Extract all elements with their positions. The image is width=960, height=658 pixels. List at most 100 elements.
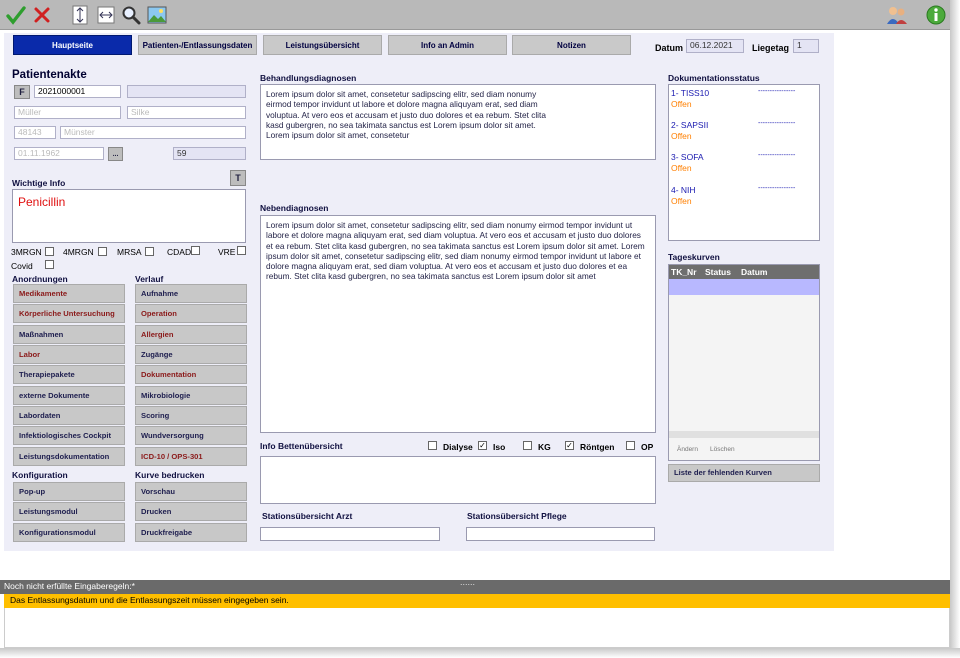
btn-medikamente[interactable]: Medikamente bbox=[13, 284, 125, 303]
tab-notizen[interactable]: Notizen bbox=[512, 35, 631, 55]
anordnungen-label: Anordnungen bbox=[12, 274, 68, 284]
col-status[interactable]: Status bbox=[705, 267, 731, 277]
roentgen-label: Röntgen bbox=[580, 442, 615, 452]
birthdate-field[interactable]: 01.11.1962 bbox=[14, 147, 104, 160]
users-icon[interactable] bbox=[886, 4, 908, 26]
expand-horizontal-icon[interactable] bbox=[95, 4, 117, 26]
btn-vorschau[interactable]: Vorschau bbox=[135, 482, 247, 501]
btn-icd10-ops301[interactable]: ICD-10 / OPS-301 bbox=[135, 447, 247, 466]
flag-mrsa-checkbox[interactable] bbox=[145, 247, 154, 256]
doku-item-nih[interactable]: 4- NIH bbox=[671, 185, 696, 195]
roentgen-checkbox[interactable]: ✓ bbox=[565, 441, 574, 450]
tageskurven-table: TK_Nr Status Datum Ändern Löschen bbox=[668, 264, 820, 461]
tab-info-an-admin[interactable]: Info an Admin bbox=[388, 35, 507, 55]
nebendiagnosen-textarea[interactable]: Lorem ipsum dolor sit amet, consetetur s… bbox=[260, 215, 656, 433]
btn-zugaenge[interactable]: Zugänge bbox=[135, 345, 247, 364]
datum-label: Datum bbox=[655, 43, 684, 53]
btn-koerperliche-untersuchung[interactable]: Körperliche Untersuchung bbox=[13, 304, 125, 323]
btn-drucken[interactable]: Drucken bbox=[135, 502, 247, 521]
datum-field[interactable]: 06.12.2021 bbox=[686, 39, 744, 53]
tageskurven-header: TK_Nr Status Datum bbox=[669, 265, 819, 279]
checkmark-icon[interactable] bbox=[5, 4, 27, 26]
btn-operation[interactable]: Operation bbox=[135, 304, 247, 323]
patient-id-field[interactable]: 2021000001 bbox=[34, 85, 121, 98]
fehlende-kurven-button[interactable]: Liste der fehlenden Kurven bbox=[668, 464, 820, 482]
info-bettenuebersicht-textarea[interactable] bbox=[260, 456, 656, 504]
doku-dashes: ---------------- bbox=[758, 120, 796, 127]
expand-vertical-icon[interactable] bbox=[69, 4, 91, 26]
btn-massnahmen[interactable]: Maßnahmen bbox=[13, 325, 125, 344]
behandlungsdiagnosen-text: Lorem ipsum dolor sit amet, consetetur s… bbox=[266, 89, 546, 141]
doku-item-sapsii[interactable]: 2- SAPSII bbox=[671, 120, 708, 130]
col-tk-nr[interactable]: TK_Nr bbox=[671, 267, 697, 277]
dialyse-label: Dialyse bbox=[443, 442, 473, 452]
op-checkbox[interactable] bbox=[626, 441, 635, 450]
flag-4mrgn-label: 4MRGN bbox=[63, 247, 94, 257]
iso-checkbox[interactable]: ✓ bbox=[478, 441, 487, 450]
eingaberegeln-bar: ...... Noch nicht erfüllte Eingaberegeln… bbox=[0, 577, 950, 594]
btn-allergien[interactable]: Allergien bbox=[135, 325, 247, 344]
image-icon[interactable] bbox=[146, 4, 168, 26]
doku-item-tiss10[interactable]: 1- TISS10 bbox=[671, 88, 709, 98]
tab-patienten-entlassungsdaten[interactable]: Patienten-/Entlassungsdaten bbox=[138, 35, 257, 55]
btn-mikrobiologie[interactable]: Mikrobiologie bbox=[135, 386, 247, 405]
flag-cdad-checkbox[interactable] bbox=[191, 246, 200, 255]
wichtige-info-box[interactable]: Penicillin bbox=[12, 189, 246, 243]
doku-item-sofa[interactable]: 3- SOFA bbox=[671, 152, 704, 162]
stationsuebersicht-pflege-label: Stationsübersicht Pflege bbox=[467, 511, 567, 521]
flag-3mrgn-checkbox[interactable] bbox=[45, 247, 54, 256]
behandlungsdiagnosen-textarea[interactable]: Lorem ipsum dolor sit amet, consetetur s… bbox=[260, 84, 656, 160]
loeschen-button[interactable]: Löschen bbox=[710, 446, 735, 453]
city-field[interactable]: Münster bbox=[60, 126, 246, 139]
info-icon[interactable] bbox=[925, 4, 947, 26]
andern-button[interactable]: Ändern bbox=[677, 446, 698, 453]
op-label: OP bbox=[641, 442, 654, 452]
lastname-field[interactable]: Müller bbox=[14, 106, 121, 119]
liegetag-field[interactable]: 1 bbox=[793, 39, 819, 53]
btn-therapiepakete[interactable]: Therapiepakete bbox=[13, 365, 125, 384]
cancel-x-icon[interactable] bbox=[31, 4, 53, 26]
btn-dokumentation[interactable]: Dokumentation bbox=[135, 365, 247, 384]
zip-field[interactable]: 48143 bbox=[14, 126, 56, 139]
btn-scoring[interactable]: Scoring bbox=[135, 406, 247, 425]
btn-druckfreigabe[interactable]: Druckfreigabe bbox=[135, 523, 247, 542]
f-button[interactable]: F bbox=[14, 85, 30, 99]
patientenakte-title: Patientenakte bbox=[12, 69, 87, 81]
tageskurven-selected-row[interactable] bbox=[669, 279, 819, 295]
btn-labor[interactable]: Labor bbox=[13, 345, 125, 364]
stationsuebersicht-arzt-field[interactable] bbox=[260, 527, 440, 541]
tab-leistungsuebersicht[interactable]: Leistungsübersicht bbox=[263, 35, 382, 55]
flag-covid-checkbox[interactable] bbox=[45, 260, 54, 269]
btn-externe-dokumente[interactable]: externe Dokumente bbox=[13, 386, 125, 405]
doku-status-offen: Offen bbox=[671, 99, 692, 109]
splitter-handle[interactable]: ...... bbox=[460, 576, 475, 589]
btn-pop-up[interactable]: Pop-up bbox=[13, 482, 125, 501]
btn-infektiologisches-cockpit[interactable]: Infektiologisches Cockpit bbox=[13, 426, 125, 445]
stationsuebersicht-pflege-field[interactable] bbox=[466, 527, 655, 541]
firstname-field[interactable]: Silke bbox=[127, 106, 246, 119]
birthdate-picker-button[interactable]: ... bbox=[108, 147, 123, 161]
tab-hauptseite[interactable]: Hauptseite bbox=[13, 35, 132, 55]
patient-extra-field[interactable] bbox=[127, 85, 246, 98]
flag-vre-checkbox[interactable] bbox=[237, 246, 246, 255]
magnifier-icon[interactable] bbox=[120, 4, 142, 26]
tageskurven-scrollbar[interactable] bbox=[669, 431, 819, 438]
wichtige-info-label: Wichtige Info bbox=[12, 178, 66, 188]
t-button[interactable]: T bbox=[230, 170, 246, 186]
messages-panel bbox=[4, 608, 950, 648]
btn-konfigurationsmodul[interactable]: Konfigurationsmodul bbox=[13, 523, 125, 542]
btn-labordaten[interactable]: Labordaten bbox=[13, 406, 125, 425]
dialyse-checkbox[interactable] bbox=[428, 441, 437, 450]
btn-wundversorgung[interactable]: Wundversorgung bbox=[135, 426, 247, 445]
flag-3mrgn-label: 3MRGN bbox=[11, 247, 42, 257]
doku-status-offen: Offen bbox=[671, 131, 692, 141]
flag-4mrgn-checkbox[interactable] bbox=[98, 247, 107, 256]
btn-aufnahme[interactable]: Aufnahme bbox=[135, 284, 247, 303]
stationsuebersicht-arzt-label: Stationsübersicht Arzt bbox=[262, 511, 353, 521]
btn-leistungsmodul[interactable]: Leistungsmodul bbox=[13, 502, 125, 521]
kg-checkbox[interactable] bbox=[523, 441, 532, 450]
main-form: Hauptseite Patienten-/Entlassungsdaten L… bbox=[4, 33, 834, 551]
col-datum[interactable]: Datum bbox=[741, 267, 767, 277]
btn-leistungsdokumentation[interactable]: Leistungsdokumentation bbox=[13, 447, 125, 466]
age-field[interactable]: 59 bbox=[173, 147, 246, 160]
